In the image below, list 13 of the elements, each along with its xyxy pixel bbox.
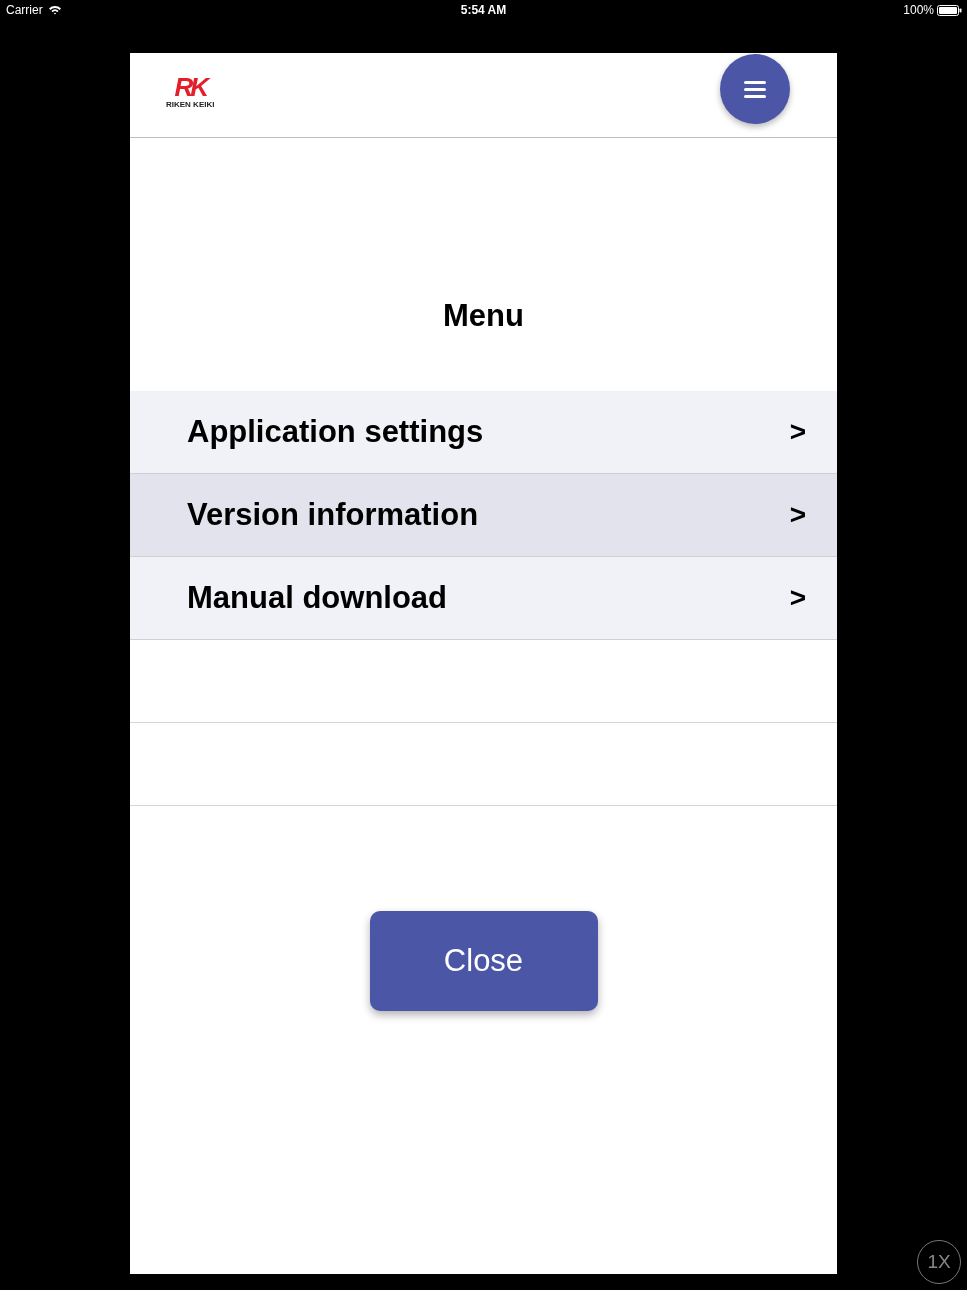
status-time: 5:54 AM bbox=[460, 3, 507, 17]
menu-item[interactable]: Application settings > bbox=[130, 391, 837, 474]
company-logo: RK RIKEN KEIKI bbox=[166, 75, 215, 110]
menu-item[interactable]: Version information > bbox=[130, 474, 837, 557]
menu-item[interactable]: Manual download > bbox=[130, 557, 837, 640]
wifi-icon bbox=[47, 5, 62, 15]
battery-icon bbox=[937, 4, 962, 16]
menu-icon bbox=[744, 80, 766, 98]
battery-percent: 100% bbox=[903, 3, 934, 17]
close-button[interactable]: Close bbox=[369, 911, 598, 1011]
menu-button[interactable] bbox=[720, 54, 790, 124]
carrier-label: Carrier bbox=[6, 3, 43, 17]
menu-title: Menu bbox=[443, 298, 524, 334]
